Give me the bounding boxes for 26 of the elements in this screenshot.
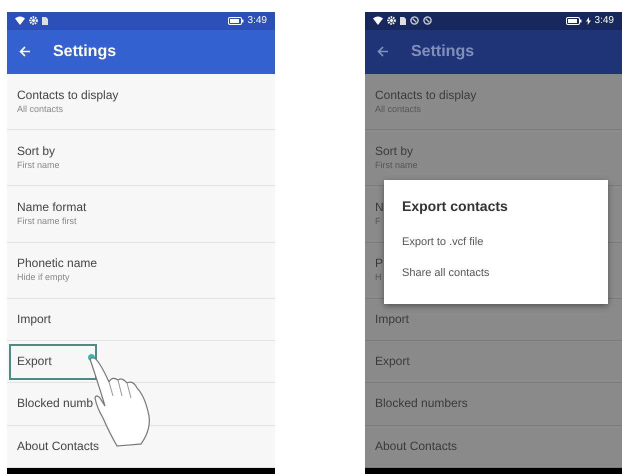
back-arrow-icon[interactable] [377, 46, 389, 58]
settings-item[interactable]: Sort by First name [7, 130, 275, 186]
app-bar-title: Settings [411, 42, 474, 62]
gear-icon [387, 16, 396, 26]
dialog-option[interactable]: Export to .vcf file [402, 227, 590, 258]
status-time: 3:49 [248, 14, 267, 28]
app-bar-title: Settings [53, 42, 116, 62]
dialog-option[interactable]: Share all contacts [402, 258, 590, 288]
status-time: 3:49 [594, 14, 614, 28]
settings-item[interactable]: Import [7, 298, 275, 342]
gear-icon [29, 16, 38, 26]
settings-item[interactable]: Export [7, 341, 275, 384]
wifi-icon [373, 16, 383, 26]
charging-icon [586, 16, 591, 25]
wifi-icon [15, 16, 25, 26]
settings-item[interactable]: Phonetic name Hide if empty [7, 242, 275, 299]
circle-icon [423, 16, 432, 26]
settings-item[interactable]: Name format First name first [7, 186, 275, 243]
circle-icon [410, 16, 419, 26]
sim-card-icon [42, 16, 48, 26]
sim-card-icon [400, 16, 406, 26]
settings-item[interactable]: Contacts to display All contacts [7, 74, 275, 130]
battery-icon [228, 16, 244, 25]
settings-item[interactable]: Blocked numb [7, 383, 275, 426]
battery-icon [566, 16, 582, 25]
dialog-title: Export contacts [402, 197, 509, 216]
